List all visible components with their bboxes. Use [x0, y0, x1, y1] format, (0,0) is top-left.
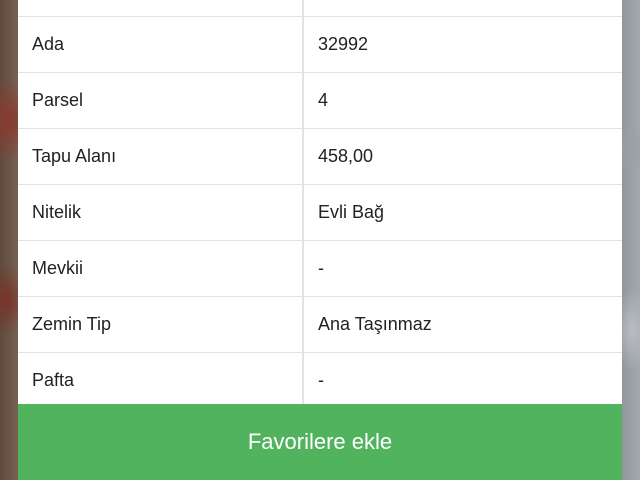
table-row-nitelik: Nitelik Evli Bağ — [18, 185, 622, 241]
row-label: Mevkii — [32, 258, 84, 278]
row-value: - — [302, 353, 622, 408]
row-value: 4 — [302, 73, 622, 128]
row-value: - — [302, 241, 622, 296]
row-label: Nitelik — [32, 202, 82, 222]
row-value: 458,00 — [302, 129, 622, 184]
row-value: Ana Taşınmaz — [302, 297, 622, 352]
table-row-zemin-tip: Zemin Tip Ana Taşınmaz — [18, 297, 622, 353]
row-label: Tapu Alanı — [32, 146, 117, 166]
table-row-pafta: Pafta - — [18, 353, 622, 409]
table-row-parsel: Parsel 4 — [18, 73, 622, 129]
details-table: Ada 32992 Parsel 4 Tapu Alanı 458,00 Nit… — [18, 0, 622, 409]
table-row-partial — [18, 0, 622, 17]
table-row-tapu-alani: Tapu Alanı 458,00 — [18, 129, 622, 185]
row-value: 32992 — [302, 17, 622, 72]
parcel-details-sheet: Ada 32992 Parsel 4 Tapu Alanı 458,00 Nit… — [18, 0, 622, 480]
row-value: Evli Bağ — [302, 185, 622, 240]
row-label: Zemin Tip — [32, 314, 112, 334]
row-label: Ada — [32, 34, 65, 54]
table-row-mevkii: Mevkii - — [18, 241, 622, 297]
table-row-ada: Ada 32992 — [18, 17, 622, 73]
row-label: Parsel — [32, 90, 84, 110]
add-to-favorites-button[interactable]: Favorilere ekle — [18, 404, 622, 480]
row-value — [302, 0, 622, 16]
row-label: Pafta — [32, 370, 75, 390]
